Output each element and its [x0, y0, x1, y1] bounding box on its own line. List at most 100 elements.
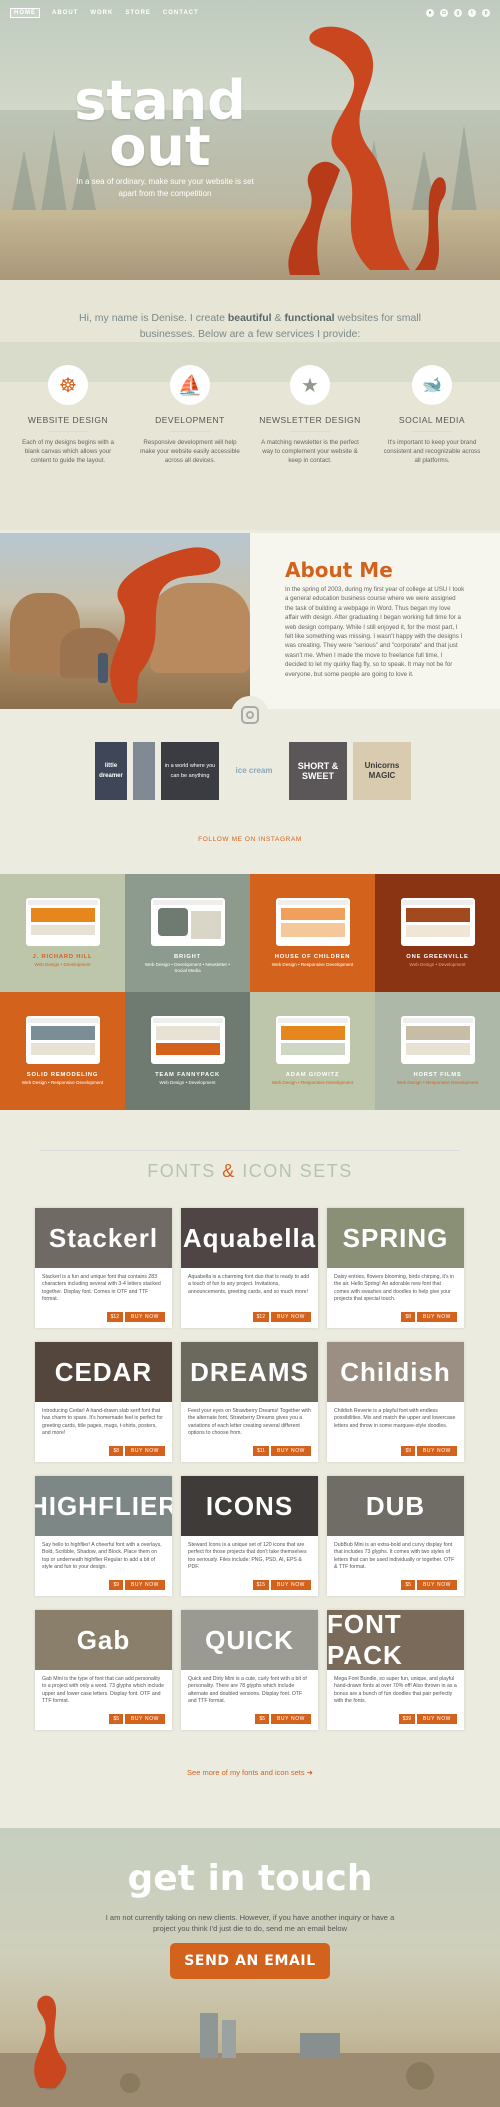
browser-mockup	[25, 898, 100, 946]
instagram-tile[interactable]	[133, 742, 155, 800]
font-card[interactable]: Gab Gab Mini is the type of font that can…	[35, 1610, 172, 1730]
about-photo	[0, 533, 250, 709]
hero-section: stand out In a sea of ordinary, make sur…	[0, 0, 500, 280]
buy-now-button[interactable]: BUY NOW	[125, 1312, 165, 1322]
portfolio-name: ONE GREENVILLE	[406, 954, 469, 960]
instagram-icon[interactable]	[231, 696, 269, 734]
google-plus-icon[interactable]: g	[454, 9, 462, 17]
about-title: About Me	[285, 558, 393, 582]
nav-home[interactable]: HOME	[10, 8, 40, 18]
whale-glyph: 🐋	[422, 377, 442, 394]
purchase-controls: $39 BUY NOW	[398, 1714, 457, 1724]
font-preview-image: Childish	[327, 1342, 464, 1402]
portfolio-item[interactable]: HOUSE OF CHILDREN Web Design • Responsiv…	[250, 874, 375, 992]
portfolio-item[interactable]: ADAM GIOWITZ Web Design • Responsive Dev…	[250, 992, 375, 1110]
font-card[interactable]: Stackerl Stackerl is a fun and unique fon…	[35, 1208, 172, 1328]
fonts-section-title: FONTS & ICON SETS	[0, 1161, 500, 1182]
portfolio-item[interactable]: ONE GREENVILLE Web Design • Development	[375, 874, 500, 992]
portfolio-item[interactable]: HORST FILMS Web Design • Responsive Deve…	[375, 992, 500, 1110]
pinterest-icon[interactable]: p	[482, 9, 490, 17]
services-section: Hi, my name is Denise. I create beautifu…	[0, 280, 500, 530]
service-divider	[412, 431, 452, 432]
font-card[interactable]: ICONS Steward Icons is a unique set of 12…	[181, 1476, 318, 1596]
font-description: Mega Font Bundle, so super fun, unique, …	[334, 1676, 457, 1705]
purchase-controls: $9 BUY NOW	[109, 1580, 165, 1590]
font-preview-image: Stackerl	[35, 1208, 172, 1268]
font-description: Daisy entries, flowers blooming, birds c…	[334, 1274, 455, 1303]
buy-now-button[interactable]: BUY NOW	[125, 1714, 165, 1724]
more-fonts-link[interactable]: See more of my fonts and icon sets ➜	[0, 1768, 500, 1777]
nav-contact[interactable]: CONTACT	[163, 10, 199, 16]
service-social-media: 🐋 SOCIAL MEDIA It's important to keep yo…	[372, 365, 492, 465]
buy-now-button[interactable]: BUY NOW	[271, 1312, 311, 1322]
price-tag: $12	[252, 1312, 269, 1322]
buy-now-button[interactable]: BUY NOW	[271, 1580, 311, 1590]
fonts-title-a: FONTS	[147, 1161, 223, 1181]
instagram-tile[interactable]: in a world where you can be anything	[161, 742, 219, 800]
font-card[interactable]: HIGHFLIER Say hello to highflier! A cheer…	[35, 1476, 172, 1596]
instagram-tile[interactable]: ice cream	[225, 742, 283, 800]
portfolio-item[interactable]: J. RICHARD HILL Web Design • Development	[0, 874, 125, 992]
buy-now-button[interactable]: BUY NOW	[125, 1580, 165, 1590]
price-tag: $5	[109, 1714, 123, 1724]
font-preview-text: DUB	[365, 1490, 426, 1521]
portfolio-item[interactable]: BRIGHT Web Design • Development • Newsle…	[125, 874, 250, 992]
font-card[interactable]: Childish Childish Reverie is a playful fo…	[327, 1342, 464, 1462]
ship-wheel-glyph: ☸	[59, 374, 77, 397]
font-card[interactable]: DUB DubBub Mini is an extra-bold and curv…	[327, 1476, 464, 1596]
buy-now-button[interactable]: BUY NOW	[125, 1446, 165, 1456]
portfolio-tags: Web Design • Development	[409, 962, 466, 967]
twitter-icon[interactable]: t	[468, 9, 476, 17]
font-description: Quick and Dirty Mini is a cute, curly fo…	[188, 1676, 307, 1705]
price-tag: $39	[398, 1714, 415, 1724]
instagram-tile[interactable]: SHORT & SWEET	[289, 742, 347, 800]
portfolio-name: BRIGHT	[173, 954, 202, 960]
font-preview-text: DREAMS	[190, 1356, 309, 1387]
service-desc: Each of my designs begins with a blank c…	[22, 439, 114, 464]
nav-store[interactable]: STORE	[125, 10, 151, 16]
font-card[interactable]: FONT PACK Mega Font Bundle, so super fun,…	[327, 1610, 464, 1730]
browser-mockup	[400, 898, 475, 946]
buy-now-button[interactable]: BUY NOW	[271, 1446, 311, 1456]
portfolio-name: SOLID REMODELING	[26, 1072, 99, 1078]
buy-now-button[interactable]: BUY NOW	[417, 1312, 457, 1322]
purchase-controls: $8 BUY NOW	[109, 1446, 165, 1456]
nav-work[interactable]: WORK	[90, 10, 113, 16]
section-divider	[40, 1150, 460, 1151]
purchase-controls: $5 BUY NOW	[401, 1580, 457, 1590]
font-preview-image: Aquabella	[181, 1208, 318, 1268]
font-description: Feed your eyes on Strawberry Dreams! Tog…	[188, 1408, 311, 1437]
dribbble-icon[interactable]: ●	[426, 9, 434, 17]
buy-now-button[interactable]: BUY NOW	[417, 1714, 457, 1724]
font-description: DubBub Mini is an extra-bold and curvy d…	[334, 1542, 455, 1571]
pirate-ship-glyph: ⛵	[177, 374, 203, 397]
instagram-tile[interactable]: Unicorns MAGIC	[353, 742, 411, 800]
font-card[interactable]: SPRING Daisy entries, flowers blooming, b…	[327, 1208, 464, 1328]
font-preview-image: DREAMS	[181, 1342, 318, 1402]
buy-now-button[interactable]: BUY NOW	[417, 1580, 457, 1590]
instagram-tile[interactable]: little dreamer	[95, 742, 127, 800]
hero-title: stand out	[60, 74, 260, 174]
buy-now-button[interactable]: BUY NOW	[417, 1446, 457, 1456]
font-card[interactable]: QUICK Quick and Dirty Mini is a cute, cur…	[181, 1610, 318, 1730]
font-card[interactable]: CEDAR Introducing Cedar! A hand-drawn sla…	[35, 1342, 172, 1462]
service-title: NEWSLETTER DESIGN	[259, 415, 361, 425]
purchase-controls: $5 BUY NOW	[255, 1714, 311, 1724]
portfolio-tags: Web Design • Responsive Development	[271, 1080, 354, 1085]
font-preview-image: SPRING	[327, 1208, 464, 1268]
browser-mockup	[150, 1016, 225, 1064]
font-card[interactable]: Aquabella Aquabella is a charming font du…	[181, 1208, 318, 1328]
nav-about[interactable]: ABOUT	[52, 10, 78, 16]
instagram-icon[interactable]: ◘	[440, 9, 448, 17]
font-card[interactable]: DREAMS Feed your eyes on Strawberry Dream…	[181, 1342, 318, 1462]
portfolio-item[interactable]: TEAM FANNYPACK Web Design • Development	[125, 992, 250, 1110]
instagram-follow-link[interactable]: FOLLOW ME ON INSTAGRAM	[0, 836, 500, 843]
portfolio-item[interactable]: SOLID REMODELING Web Design • Responsive…	[0, 992, 125, 1110]
font-preview-image: HIGHFLIER	[35, 1476, 172, 1536]
buy-now-button[interactable]: BUY NOW	[271, 1714, 311, 1724]
portfolio-tags: Web Design • Responsive Development	[396, 1080, 479, 1085]
browser-mockup	[25, 1016, 100, 1064]
price-tag: $5	[255, 1714, 269, 1724]
service-desc: A matching newsletter is the perfect way…	[261, 439, 359, 464]
send-email-button[interactable]: SEND AN EMAIL	[170, 1943, 330, 1979]
